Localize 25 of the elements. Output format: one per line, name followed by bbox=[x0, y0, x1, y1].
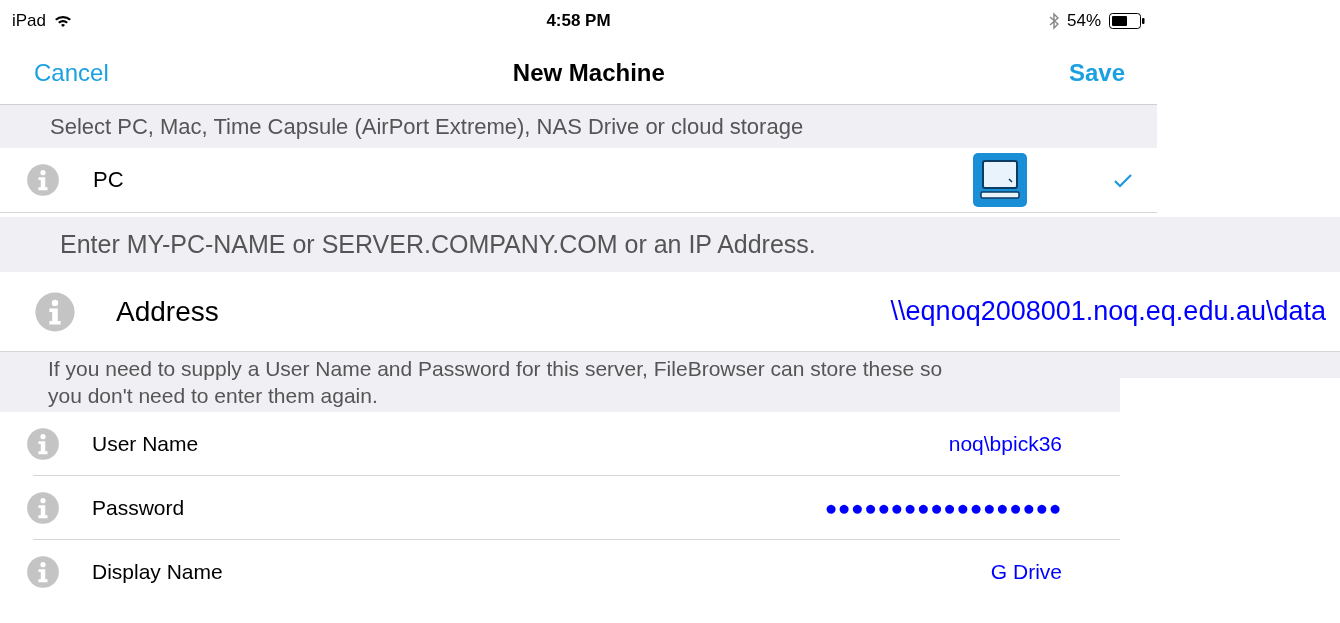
row-value[interactable]: G Drive bbox=[990, 560, 1062, 584]
info-icon[interactable] bbox=[26, 555, 60, 589]
row-value[interactable]: noq\bpick36 bbox=[948, 432, 1062, 456]
row-label: User Name bbox=[92, 432, 200, 456]
bluetooth-icon bbox=[1048, 12, 1059, 30]
info-icon[interactable] bbox=[34, 290, 76, 333]
row-label: Address bbox=[116, 295, 220, 328]
battery-icon bbox=[1109, 13, 1145, 29]
wifi-icon bbox=[54, 14, 73, 28]
password-value[interactable]: ●●●●●●●●●●●●●●●●●● bbox=[824, 496, 1062, 520]
device-name: iPad bbox=[12, 11, 47, 31]
info-icon[interactable] bbox=[26, 491, 60, 525]
info-icon[interactable] bbox=[26, 427, 60, 461]
screen-title: New Machine bbox=[512, 59, 665, 87]
info-icon[interactable] bbox=[26, 163, 60, 197]
status-time: 4:58 PM bbox=[546, 11, 611, 31]
row-label: Password bbox=[92, 496, 186, 520]
computer-icon bbox=[973, 153, 1027, 207]
section-header: If you need to supply a User Name and Password for this server, FileBrowser can store these so you don't need to enter them again. bbox=[0, 352, 1120, 412]
row-value[interactable]: \\eqnoq2008001.noq.eq.edu.au\data bbox=[890, 296, 1326, 327]
section-header: Select PC, Mac, Time Capsule (AirPort Extreme), NAS Drive or cloud storage bbox=[0, 105, 1157, 148]
section-header: Enter MY-PC-NAME or SERVER.COMPANY.COM or an IP Address. bbox=[0, 217, 1340, 272]
row-label: Display Name bbox=[92, 560, 224, 584]
row-label: PC bbox=[93, 167, 125, 193]
battery-percent: 54% bbox=[1066, 11, 1101, 31]
